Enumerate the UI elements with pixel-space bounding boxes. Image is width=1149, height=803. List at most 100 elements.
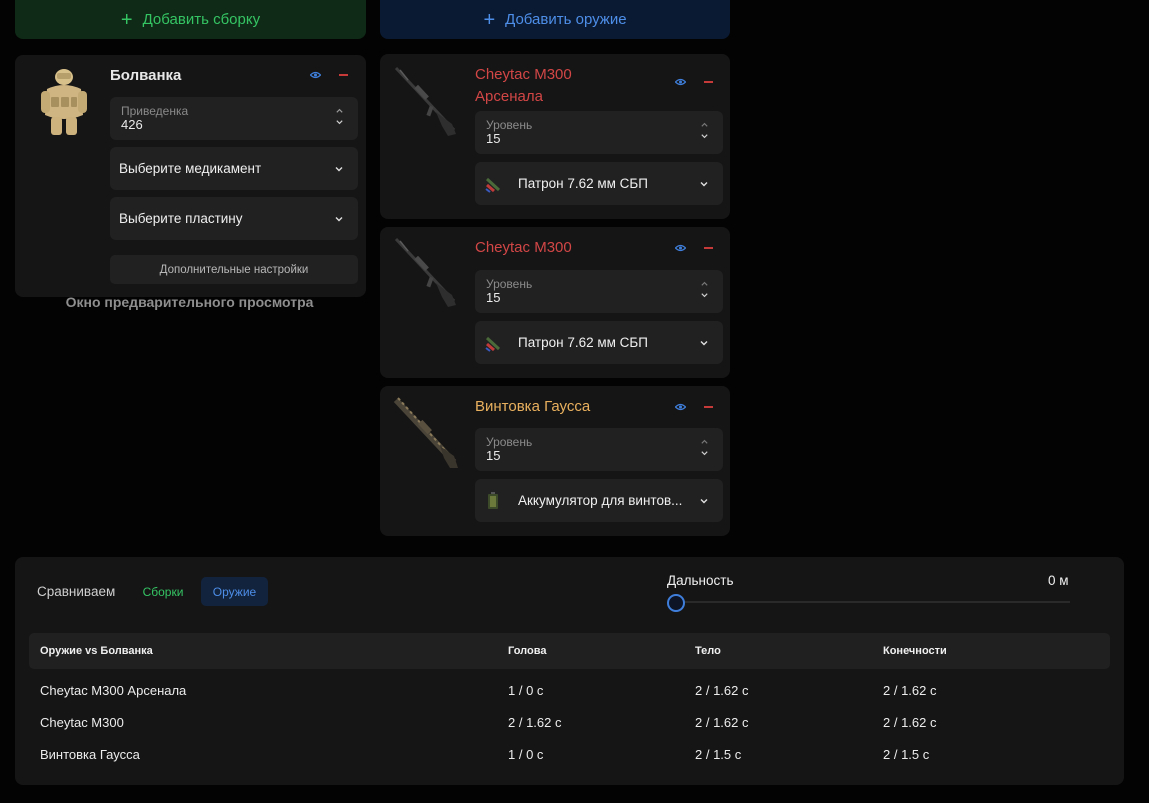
compare-label: Сравниваем [37, 584, 116, 599]
table-cell: 2 / 1.5 с [883, 747, 930, 762]
weapon-title: Cheytac M300 [475, 239, 572, 256]
battery-icon [488, 491, 498, 509]
eye-icon[interactable] [675, 244, 686, 252]
field-label: Приведенка [121, 104, 189, 118]
chevron-down-icon [700, 340, 708, 345]
weapon-title: Cheytac M300 Арсенала [475, 66, 572, 105]
table-cell: 2 / 1.62 с [508, 715, 562, 730]
table-cell: Cheytac M300 [40, 715, 124, 730]
chevron-up-icon[interactable] [700, 437, 709, 446]
plate-select[interactable]: Выберите пластину [110, 197, 358, 240]
ammo-label: Патрон 7.62 мм СБП [518, 176, 648, 191]
tab-weapons[interactable]: Оружие [201, 577, 268, 606]
plus-icon: + [120, 8, 133, 31]
column-header: Голова [508, 645, 547, 657]
range-slider-thumb[interactable] [667, 594, 685, 612]
ammo-select[interactable]: Аккумулятор для винтов... [475, 479, 723, 522]
table-row: Cheytac M300 Арсенала 1 / 0 с 2 / 1.62 с… [29, 674, 1110, 706]
table-row: Винтовка Гаусса 1 / 0 с 2 / 1.5 с 2 / 1.… [29, 738, 1110, 770]
cartridge-icon [485, 336, 501, 352]
ammo-label: Аккумулятор для винтов... [518, 493, 683, 508]
weapon-card: Винтовка Гаусса Уровень 15 Аккумулятор д… [380, 386, 730, 536]
table-cell: 1 / 0 с [508, 747, 544, 762]
table-cell: 2 / 1.62 с [883, 715, 937, 730]
remove-icon[interactable] [704, 247, 713, 249]
armor-dummy-icon [41, 69, 87, 135]
table-cell: 2 / 1.62 с [695, 715, 749, 730]
range-slider-track[interactable] [675, 601, 1070, 603]
level-label: Уровень [486, 277, 533, 291]
level-value: 15 [486, 290, 501, 305]
stepper[interactable] [700, 437, 709, 458]
level-label: Уровень [486, 435, 533, 449]
table-row: Cheytac M300 2 / 1.62 с 2 / 1.62 с 2 / 1… [29, 706, 1110, 738]
add-weapon-label: Добавить оружие [505, 11, 627, 28]
chevron-down-icon[interactable] [335, 118, 344, 127]
tab-builds[interactable]: Сборки [133, 577, 193, 606]
chevron-down-icon[interactable] [700, 449, 709, 458]
table-cell: Винтовка Гаусса [40, 747, 140, 762]
level-field[interactable]: Уровень 15 [475, 270, 723, 313]
reduced-armor-field[interactable]: Приведенка 426 [110, 97, 358, 140]
stepper[interactable] [335, 106, 344, 127]
chevron-down-icon [335, 166, 343, 171]
column-header: Конечности [883, 645, 947, 657]
table-cell: Cheytac M300 Арсенала [40, 683, 187, 698]
add-build-label: Добавить сборку [142, 11, 261, 28]
advanced-settings-button[interactable]: Дополнительные настройки [110, 255, 358, 284]
gauss-rifle-icon [393, 397, 458, 468]
eye-icon[interactable] [675, 403, 686, 411]
remove-icon[interactable] [704, 406, 713, 408]
eye-icon[interactable] [675, 78, 686, 86]
chevron-down-icon [335, 216, 343, 221]
chevron-up-icon[interactable] [700, 120, 709, 129]
add-weapon-button[interactable]: + Добавить оружие [380, 0, 730, 39]
medicine-placeholder: Выберите медикамент [119, 161, 262, 176]
table-cell: 2 / 1.62 с [883, 683, 937, 698]
range-value: 0 м [1048, 573, 1069, 588]
range-label: Дальность [667, 573, 734, 588]
level-value: 15 [486, 131, 501, 146]
stepper[interactable] [700, 279, 709, 300]
chevron-down-icon[interactable] [700, 132, 709, 141]
ammo-select[interactable]: Патрон 7.62 мм СБП [475, 162, 723, 205]
tab-weapons-label: Оружие [212, 584, 257, 599]
column-header: Тело [695, 645, 721, 657]
level-field[interactable]: Уровень 15 [475, 111, 723, 154]
chevron-down-icon[interactable] [700, 291, 709, 300]
tab-builds-label: Сборки [142, 584, 184, 599]
remove-icon[interactable] [339, 74, 348, 76]
build-title: Болванка [110, 67, 182, 84]
comparison-panel: Сравниваем Сборки Оружие Дальность 0 м О… [15, 557, 1124, 785]
plus-icon: + [483, 8, 496, 31]
table-cell: 1 / 0 с [508, 683, 544, 698]
build-card: Болванка Приведенка 426 Выберите медикам… [15, 55, 366, 297]
plate-placeholder: Выберите пластину [119, 211, 243, 226]
level-value: 15 [486, 448, 501, 463]
table-header: Оружие vs Болванка Голова Тело Конечност… [29, 633, 1110, 669]
cartridge-icon [485, 177, 501, 193]
advanced-settings-label: Дополнительные настройки [159, 263, 309, 276]
level-label: Уровень [486, 118, 533, 132]
eye-icon[interactable] [310, 71, 321, 79]
weapon-title: Винтовка Гаусса [475, 398, 591, 415]
remove-icon[interactable] [704, 81, 713, 83]
chevron-up-icon[interactable] [335, 106, 344, 115]
table-cell: 2 / 1.62 с [695, 683, 749, 698]
weapon-card: Cheytac M300 Уровень 15 Патрон 7.62 мм С… [380, 227, 730, 378]
chevron-down-icon [700, 498, 708, 503]
add-build-button[interactable]: + Добавить сборку [15, 0, 366, 39]
ammo-label: Патрон 7.62 мм СБП [518, 335, 648, 350]
weapon-card: Cheytac M300 Арсенала Уровень 15 Патрон … [380, 54, 730, 219]
field-value: 426 [121, 117, 143, 132]
chevron-up-icon[interactable] [700, 279, 709, 288]
ammo-select[interactable]: Патрон 7.62 мм СБП [475, 321, 723, 364]
chevron-down-icon [700, 181, 708, 186]
table-cell: 2 / 1.5 с [695, 747, 742, 762]
sniper-rifle-icon [394, 237, 456, 307]
medicine-select[interactable]: Выберите медикамент [110, 147, 358, 190]
stepper[interactable] [700, 120, 709, 141]
column-header: Оружие vs Болванка [40, 645, 153, 657]
level-field[interactable]: Уровень 15 [475, 428, 723, 471]
sniper-rifle-icon [394, 66, 456, 136]
